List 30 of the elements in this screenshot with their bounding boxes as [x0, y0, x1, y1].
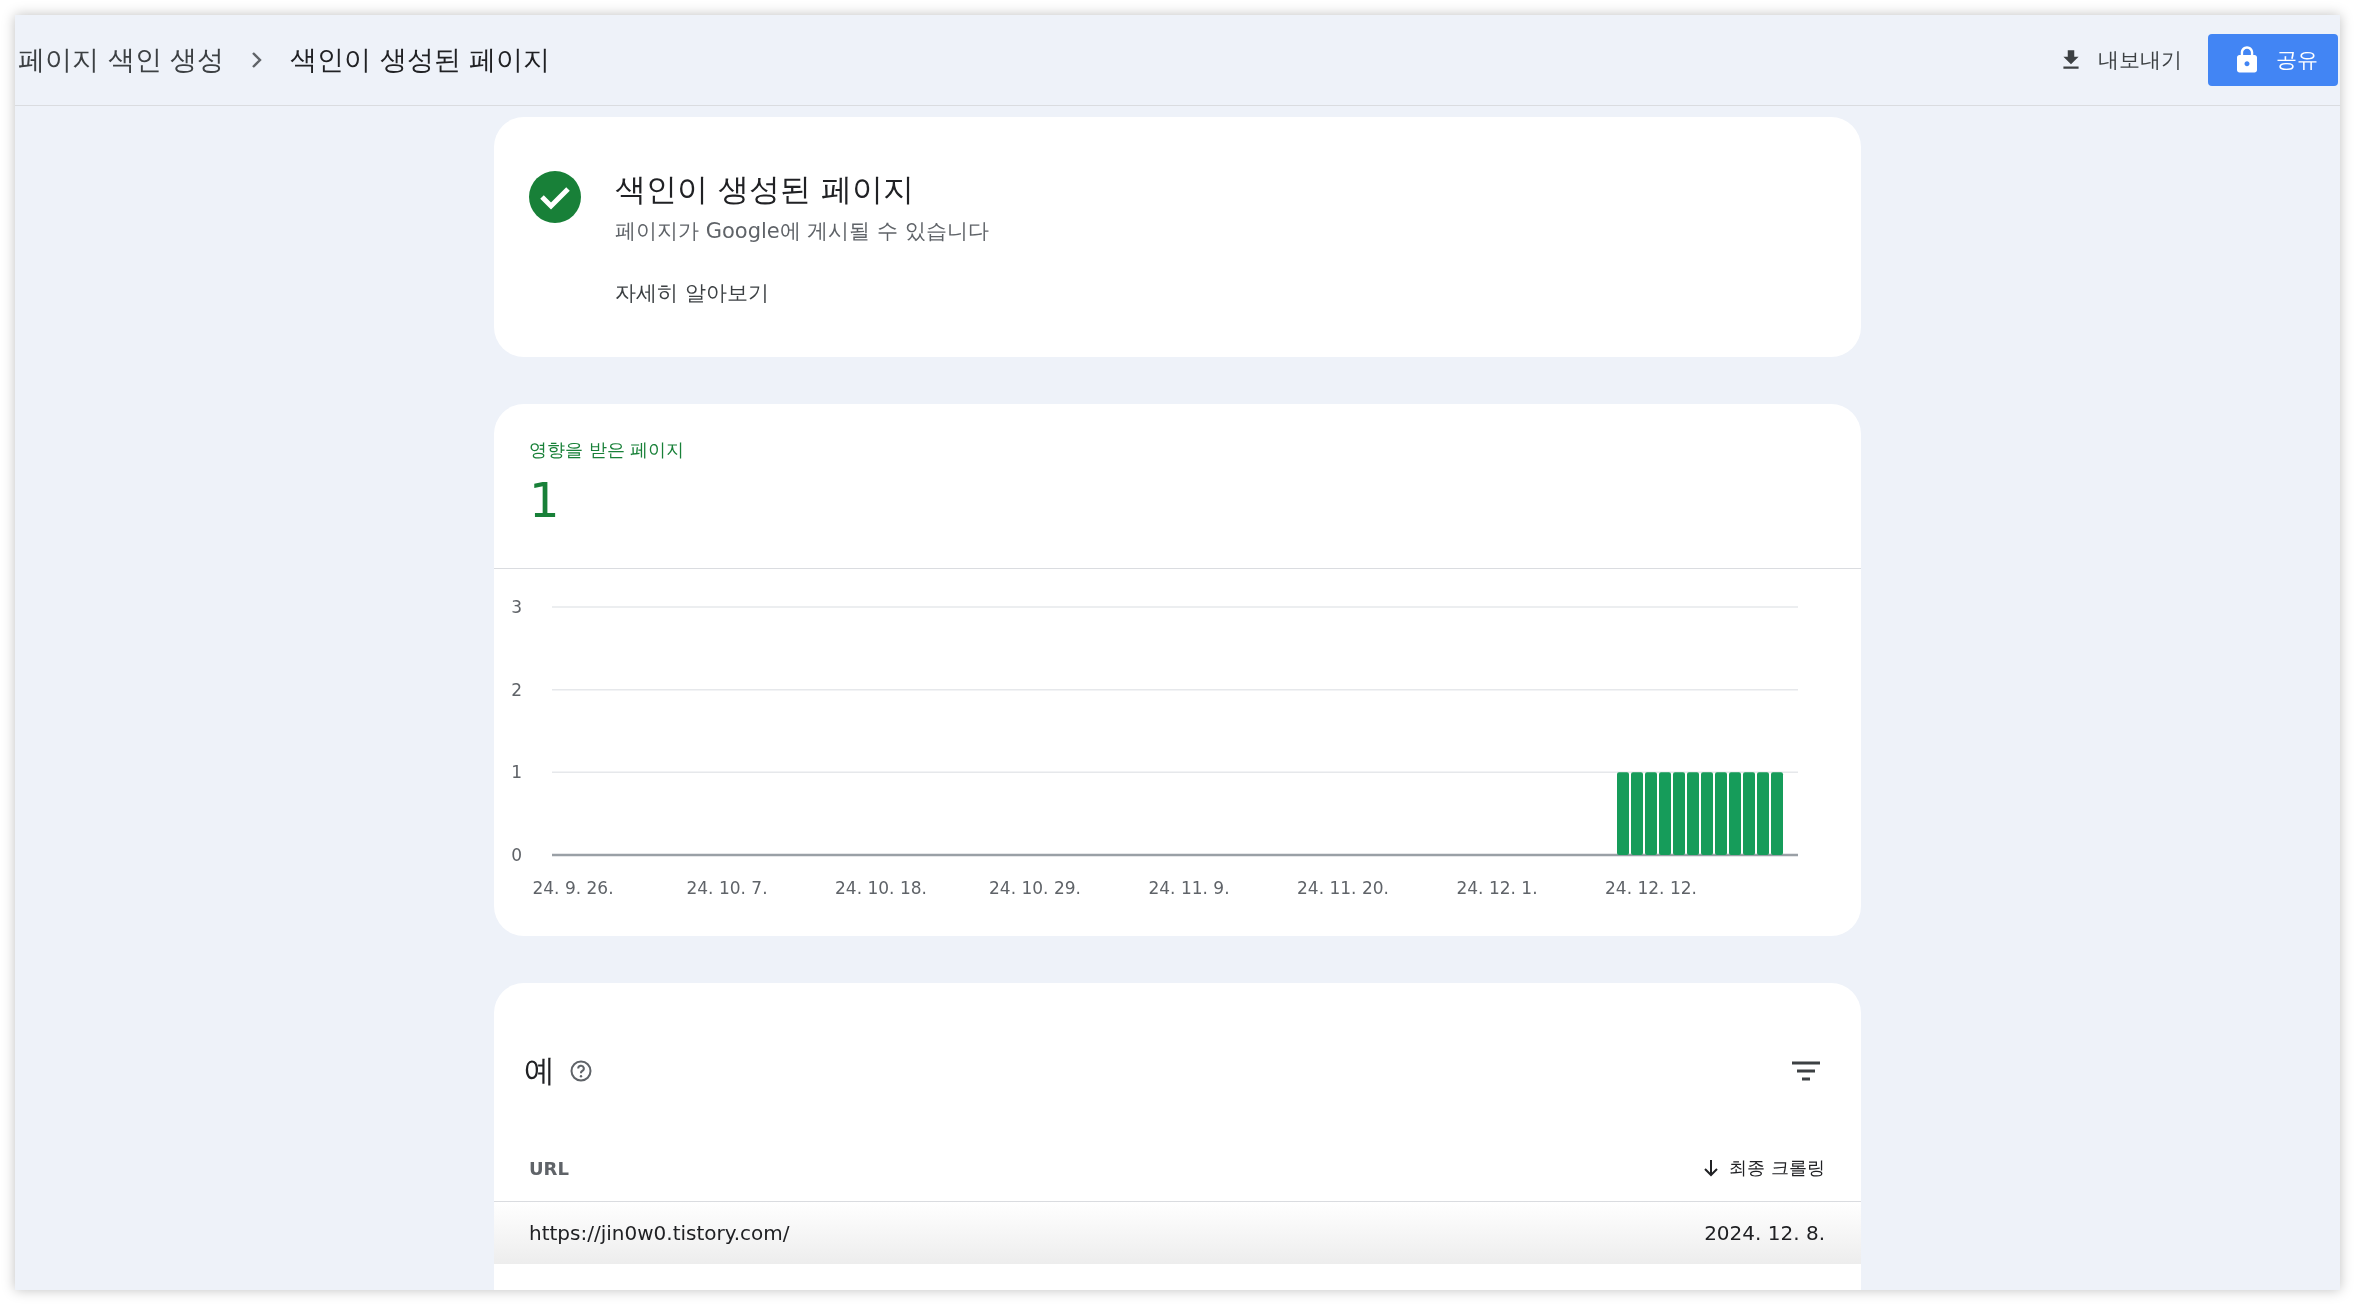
axis-tick-label: 2	[511, 679, 522, 700]
filter-icon[interactable]	[1791, 1059, 1821, 1083]
column-header[interactable]: 최종 크롤링	[1703, 1156, 1825, 1180]
axis-tick-label: 24. 10. 18.	[835, 878, 927, 898]
breadcrumb-item[interactable]: 페이지 색인 생성	[18, 42, 225, 78]
axis-tick-label: 24. 12. 1.	[1456, 878, 1538, 898]
axis-tick-label: 24. 10. 7.	[686, 878, 768, 898]
axis-tick-label: 24. 11. 20.	[1297, 878, 1389, 898]
learn-more-link[interactable]: 자세히 알아보기	[615, 279, 769, 307]
axis-tick-label: 24. 12. 12.	[1605, 878, 1697, 898]
breadcrumb-item: 색인이 생성된 페이지	[290, 43, 551, 77]
export-button[interactable]: 내보내기	[2052, 38, 2188, 82]
axis-tick-label: 24. 9. 26.	[532, 878, 614, 898]
status-title: 색인이 생성된 페이지	[615, 170, 914, 209]
table-cell: https://jin0w0.tistory.com/	[529, 1221, 790, 1245]
arrow-down-icon	[1703, 1159, 1720, 1177]
axis-tick-label: 24. 10. 29.	[989, 878, 1081, 898]
axis-tick-label: 0	[511, 845, 522, 865]
check-circle-icon	[529, 171, 581, 223]
column-header[interactable]: URL	[529, 1157, 569, 1179]
metric-label: 영향을 받은 페이지	[529, 438, 686, 462]
axis-tick-label: 24. 11. 9.	[1148, 878, 1230, 898]
share-button[interactable]: 공유	[2208, 34, 2338, 86]
status-description: 페이지가 Google에 게시될 수 있습니다	[615, 218, 989, 245]
section-title: 예	[524, 1051, 555, 1090]
axis-tick-label: 3	[511, 597, 522, 617]
axis-tick-label: 1	[511, 762, 522, 783]
metric-value: 1	[529, 472, 561, 528]
help-icon[interactable]	[569, 1059, 593, 1083]
table-cell: 2024. 12. 8.	[1704, 1221, 1825, 1245]
